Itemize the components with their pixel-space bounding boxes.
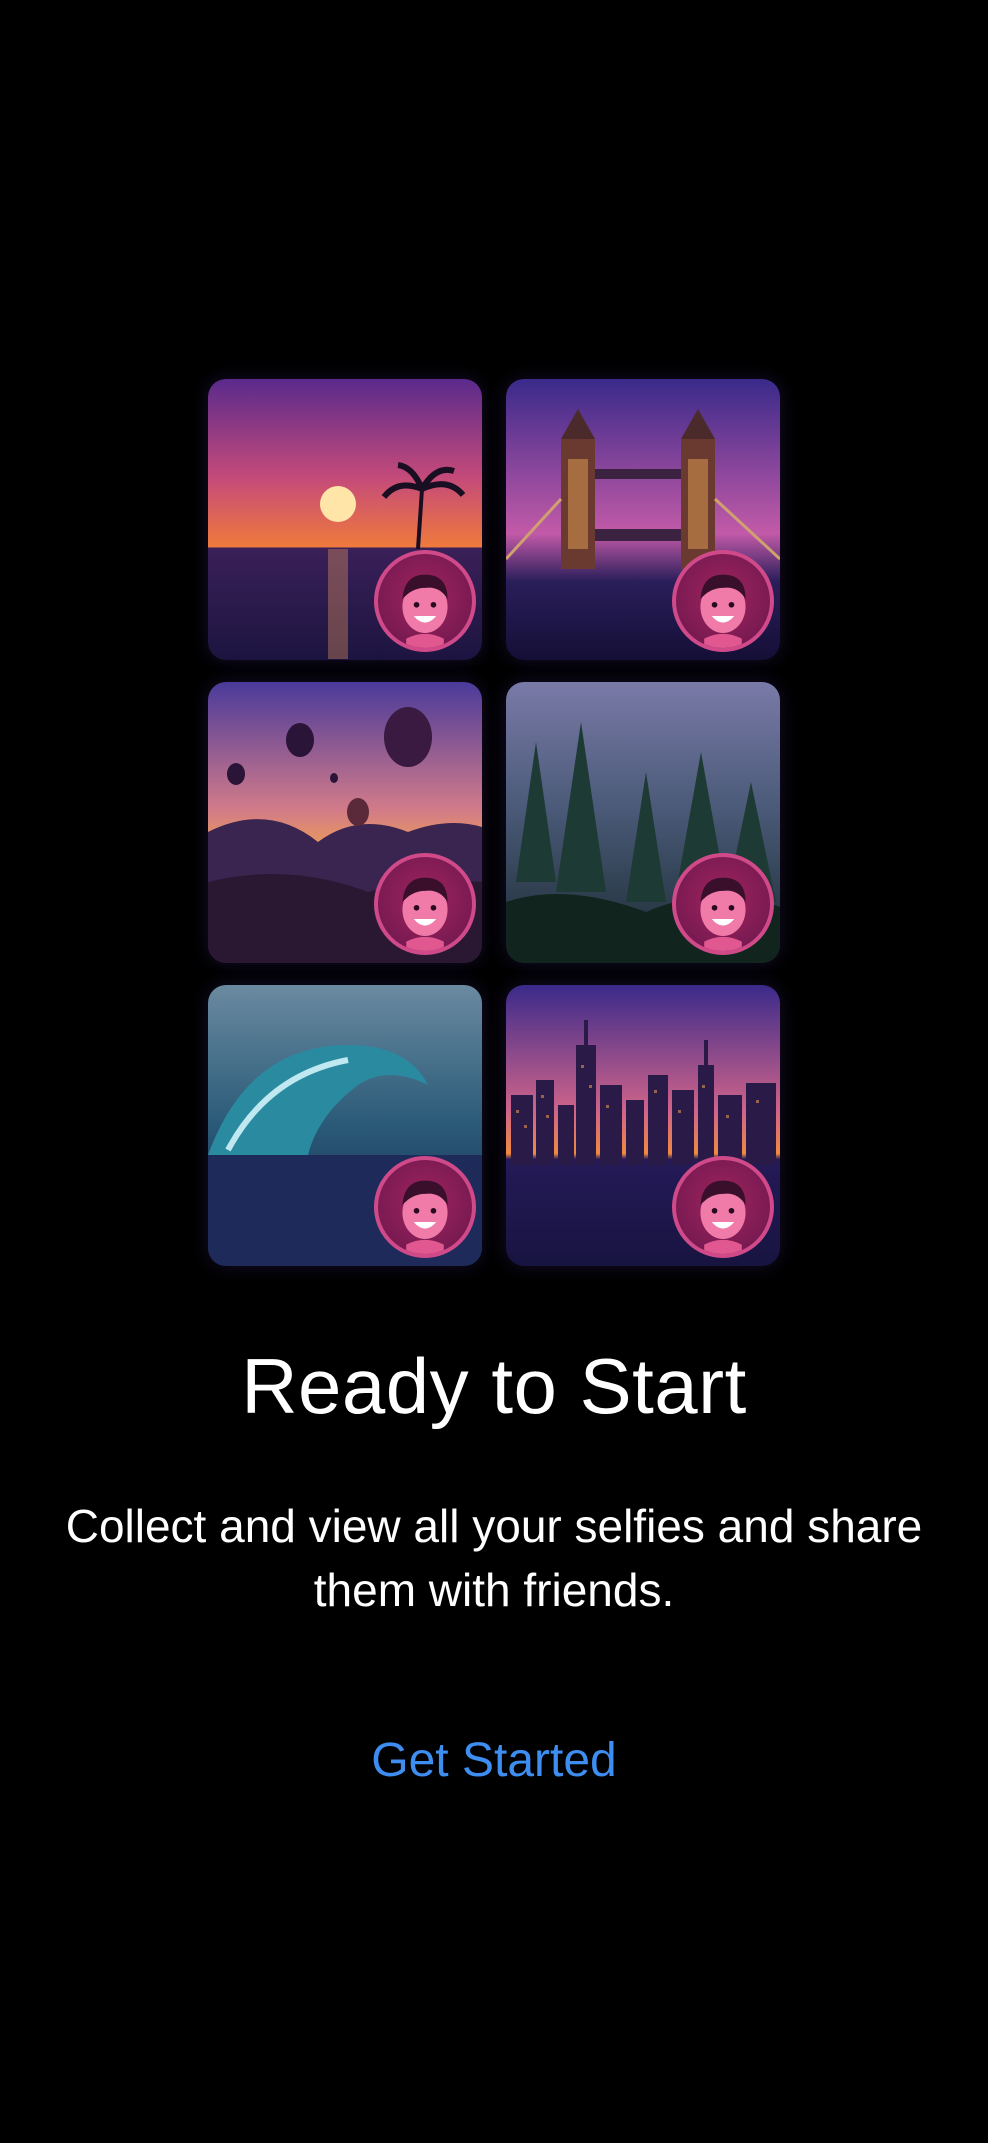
avatar-face-icon bbox=[402, 574, 448, 648]
avatar-badge bbox=[374, 550, 476, 652]
selfie-gallery-grid bbox=[208, 379, 781, 1266]
gallery-tile-forest bbox=[506, 682, 780, 963]
get-started-button[interactable]: Get Started bbox=[294, 1726, 694, 1796]
avatar-face-icon bbox=[402, 1180, 448, 1254]
avatar-badge bbox=[374, 853, 476, 955]
avatar-badge bbox=[672, 853, 774, 955]
onboarding-title: Ready to Start bbox=[241, 1342, 747, 1430]
gallery-tile-balloons bbox=[208, 682, 482, 963]
avatar-face-icon bbox=[402, 877, 448, 951]
gallery-tile-wave bbox=[208, 985, 482, 1266]
onboarding-subtitle: Collect and view all your selfies and sh… bbox=[65, 1500, 923, 1616]
avatar-badge bbox=[374, 1156, 476, 1258]
avatar-badge bbox=[672, 550, 774, 652]
gallery-tile-bridge bbox=[506, 379, 780, 660]
avatar-face-icon bbox=[700, 877, 746, 951]
avatar-face-icon bbox=[700, 574, 746, 648]
avatar-badge bbox=[672, 1156, 774, 1258]
gallery-tile-skyline bbox=[506, 985, 780, 1266]
gallery-tile-sunset bbox=[208, 379, 482, 660]
avatar-face-icon bbox=[700, 1180, 746, 1254]
